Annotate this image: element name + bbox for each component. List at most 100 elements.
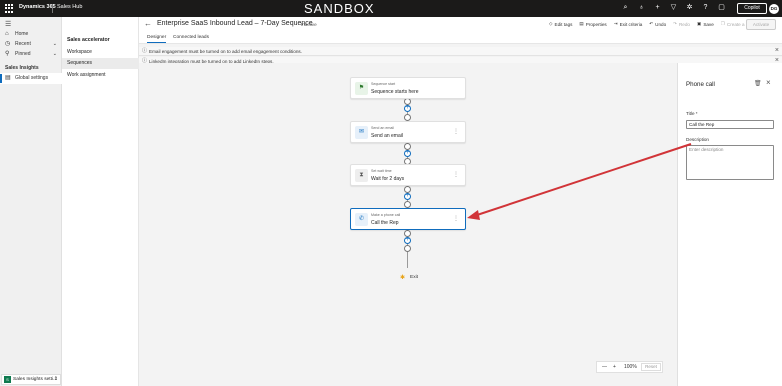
exit-label: Exit: [410, 275, 418, 280]
subnav-item-work-assignment[interactable]: Work assignment: [62, 70, 139, 81]
exit-criteria-icon: ⇥: [613, 21, 618, 26]
delete-icon[interactable]: 🗑: [754, 80, 762, 87]
area-switcher[interactable]: S Sales Insights setti... ⇕: [1, 374, 61, 385]
copilot-label: Copilot: [744, 5, 760, 11]
nav-pinned[interactable]: ⚲ Pinned ⌄: [0, 49, 62, 60]
designer-canvas[interactable]: + + + + ⚑ Sequence start Sequence starts…: [139, 63, 677, 386]
step-type-label: Set wait time: [371, 169, 392, 173]
zoom-out-icon[interactable]: —: [602, 364, 607, 370]
add-step-icon[interactable]: +: [404, 150, 411, 157]
connector-node: [404, 230, 411, 237]
info-icon: ⓘ: [142, 48, 148, 54]
zoom-in-icon[interactable]: +: [613, 364, 616, 370]
more-options-icon[interactable]: ⋮: [453, 128, 459, 135]
tab-designer[interactable]: Designer: [147, 35, 167, 43]
step-send-email[interactable]: ✉ Send an email Send an email ⋮: [350, 121, 466, 143]
environment-label: SANDBOX: [304, 1, 375, 16]
redo-button[interactable]: ↷ Redo: [673, 21, 690, 27]
add-step-icon[interactable]: +: [404, 105, 411, 112]
app-launcher-icon[interactable]: [5, 4, 14, 13]
area-badge: S: [4, 376, 11, 383]
settings-subnav: Sales accelerator Workspace Sequences Wo…: [62, 17, 139, 386]
exit-icon: ✱: [400, 275, 406, 281]
plus-icon[interactable]: +: [653, 3, 662, 13]
copy-icon: ❐: [720, 21, 725, 26]
avatar[interactable]: DG: [769, 4, 779, 14]
step-phone-call[interactable]: ✆ Make a phone call Call the Rep ⋮: [350, 208, 466, 230]
save-icon: ▣: [696, 21, 702, 26]
redo-label: Redo: [678, 21, 690, 27]
command-bar: ← Enterprise SaaS Inbound Lead – 7-Day S…: [139, 17, 782, 32]
edit-tags-label: Edit tags: [554, 21, 573, 27]
step-name: Sequence starts here: [371, 89, 419, 95]
undo-button[interactable]: ↶ Undo: [649, 21, 666, 27]
top-bar: Dynamics 365 Sales Hub SANDBOX ⌕ ♁ + ▽ ✲…: [0, 0, 782, 17]
connector-node: [404, 245, 411, 252]
add-step-icon[interactable]: +: [404, 193, 411, 200]
undo-label: Undo: [655, 21, 667, 27]
add-step-icon[interactable]: +: [404, 237, 411, 244]
nav-home-label: Home: [15, 31, 29, 37]
close-icon[interactable]: ×: [766, 78, 771, 87]
banner-text: Email engagement must be turned on to ad…: [149, 49, 302, 54]
settings-page-icon: ▤: [5, 75, 11, 81]
nav-recent-label: Recent: [15, 41, 31, 47]
save-button[interactable]: ▣ Save: [697, 21, 714, 27]
chevron-updown-icon: ⇕: [53, 376, 58, 382]
page-title: Enterprise SaaS Inbound Lead – 7-Day Seq…: [157, 20, 313, 27]
nav-global-settings-label: Global settings: [15, 75, 49, 81]
subnav-item-sequences[interactable]: Sequences: [62, 58, 139, 69]
app-name[interactable]: Sales Hub: [57, 4, 82, 10]
tab-connected-leads[interactable]: Connected leads: [173, 35, 209, 40]
settings-icon[interactable]: ✲: [685, 3, 694, 13]
properties-label: Properties: [585, 21, 607, 27]
phone-icon: ✆: [355, 213, 368, 226]
help-icon[interactable]: ?: [701, 3, 710, 13]
back-arrow-icon[interactable]: ←: [144, 19, 152, 28]
title-field-label: Title *: [686, 111, 698, 116]
edit-tags-button[interactable]: ◇ Edit tags: [549, 21, 572, 27]
description-field[interactable]: Enter description: [686, 145, 774, 180]
brand-name[interactable]: Dynamics 365: [19, 4, 56, 10]
step-name: Wait for 2 days: [371, 176, 405, 182]
zoom-controls: — + 100% Reset: [596, 361, 663, 373]
activate-button[interactable]: Activate: [746, 19, 776, 30]
filter-icon[interactable]: ▽: [669, 3, 678, 13]
exit-criteria-label: Exit criteria: [619, 21, 643, 27]
step-sequence-start[interactable]: ⚑ Sequence start Sequence starts here: [350, 77, 466, 99]
site-map: ☰ ⌂ Home ◷ Recent ⌄ ⚲ Pinned ⌄ Sales Insights…: [0, 17, 62, 386]
hamburger-icon[interactable]: ☰: [5, 20, 11, 28]
panel-title: Phone call: [686, 81, 715, 88]
step-type-label: Make a phone call: [371, 213, 401, 217]
lightbulb-icon[interactable]: ♁: [637, 3, 646, 13]
title-field[interactable]: Call the Rep: [686, 120, 774, 129]
nav-section-heading: Sales Insights: [5, 65, 39, 71]
flag-icon: ⚑: [355, 82, 368, 95]
connector-node: [404, 186, 411, 193]
properties-icon: ▤: [579, 21, 584, 26]
connector-node: [404, 98, 411, 105]
more-options-icon[interactable]: ⋮: [453, 171, 459, 178]
email-icon: ✉: [355, 126, 368, 139]
more-options-icon[interactable]: ⋮: [453, 215, 459, 222]
properties-button[interactable]: ▤ Properties: [579, 21, 606, 27]
zoom-level: 100%: [624, 364, 637, 370]
status-text: - Inactive: [298, 22, 317, 27]
exit-criteria-button[interactable]: ⇥ Exit criteria: [614, 21, 643, 27]
chat-icon[interactable]: ▢: [717, 3, 726, 13]
notification-banner: ⓘ Email engagement must be turned on to …: [139, 47, 782, 56]
reset-button[interactable]: Reset: [641, 363, 661, 371]
close-icon[interactable]: ×: [775, 46, 779, 55]
step-type-label: Sequence start: [371, 82, 396, 86]
step-properties-panel: Phone call 🗑 × Title * Call the Rep Desc…: [677, 63, 782, 386]
step-wait-time[interactable]: ⧗ Set wait time Wait for 2 days ⋮: [350, 164, 466, 186]
tag-icon: ◇: [549, 21, 553, 26]
undo-icon: ↶: [649, 21, 654, 26]
subnav-item-workspace[interactable]: Workspace: [62, 47, 139, 58]
connector-node: [404, 143, 411, 150]
copilot-button[interactable]: Copilot: [737, 3, 767, 14]
nav-global-settings[interactable]: ▤ Global settings: [0, 73, 62, 84]
search-icon[interactable]: ⌕: [621, 3, 630, 13]
connector-node: [404, 114, 411, 121]
subnav-heading: Sales accelerator: [67, 37, 110, 43]
